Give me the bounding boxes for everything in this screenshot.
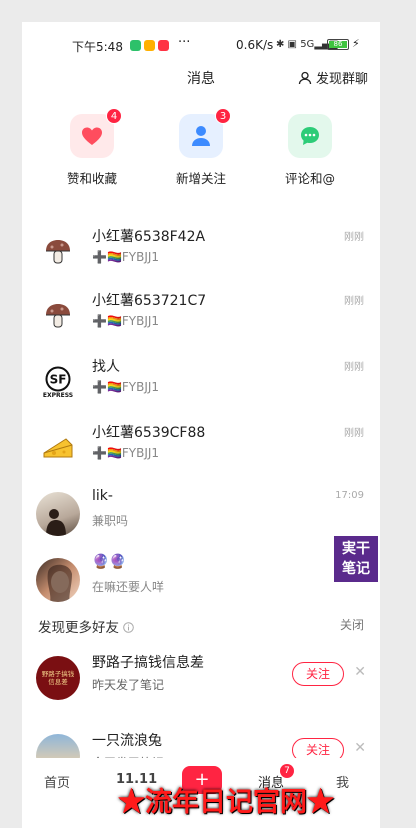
message-name: 小红薯6539CF88 (92, 425, 206, 441)
message-row[interactable]: SF EXPRESS 找人 ➕🏳️‍🌈FYBJJ1 刚刚 (22, 350, 380, 410)
message-row[interactable]: lik- 兼职吗 17:09 (22, 482, 380, 542)
message-time: 17:09 (335, 490, 364, 501)
new-followers-label: 新增关注 (175, 171, 226, 186)
message-row[interactable]: 小红薯653721C7 ➕🏳️‍🌈FYBJJ1 刚刚 (22, 284, 380, 344)
phone-screen: 下午5:48 ··· 0.6K/s ✱ ▣ 5G▂▄▆ 86 ⚡ 消息 发现群聊… (22, 22, 380, 828)
info-icon[interactable] (123, 622, 135, 633)
message-time: 刚刚 (344, 296, 364, 307)
svg-text:SF: SF (50, 372, 67, 386)
suggested-user-name: 一只流浪兔 (92, 733, 162, 749)
likes-badge: 4 (106, 108, 122, 124)
wechat-notification-icon (130, 40, 141, 51)
suggested-user-name: 野路子搞钱信息差 (92, 655, 204, 671)
message-name: 找人 (92, 359, 120, 375)
message-row[interactable]: 小红薯6538F42A ➕🏳️‍🌈FYBJJ1 刚刚 (22, 220, 380, 280)
discover-group-label: 发现群聊 (315, 72, 368, 87)
charging-icon: ⚡ (352, 37, 360, 50)
message-preview: ➕🏳️‍🌈FYBJJ1 (92, 446, 160, 460)
app-notification-icon (144, 40, 155, 51)
comments-icon-tile (288, 114, 332, 158)
message-preview: ➕🏳️‍🌈FYBJJ1 (92, 314, 160, 328)
app-notification-icon (158, 40, 169, 51)
photo-avatar (36, 492, 80, 536)
likes-and-collections-entry[interactable]: 4 赞和收藏 (52, 108, 132, 187)
sf-express-avatar: SF EXPRESS (36, 360, 80, 404)
suggested-user-avatar: 野路子搞钱 信息差 (36, 656, 80, 700)
follow-button[interactable]: 关注 (292, 662, 344, 686)
message-name: 小红薯653721C7 (92, 293, 207, 309)
photo-avatar (36, 558, 80, 602)
watermark-banner: ★流年日记官网★ (118, 787, 334, 818)
message-time: 刚刚 (344, 428, 364, 439)
status-time: 下午5:48 (72, 40, 123, 54)
dismiss-icon[interactable]: ✕ (354, 740, 366, 756)
followers-icon-tile: 3 (179, 108, 231, 158)
followers-badge: 3 (215, 108, 231, 124)
person-outline-icon (298, 71, 312, 84)
message-preview: ➕🏳️‍🌈FYBJJ1 (92, 250, 160, 264)
dismiss-icon[interactable]: ✕ (354, 664, 366, 680)
comments-and-mentions-entry[interactable]: 评论和@ (270, 114, 350, 187)
new-followers-entry[interactable]: 3 新增关注 (161, 108, 241, 187)
chat-icon (301, 127, 319, 145)
discover-group-button[interactable]: 发现群聊 (298, 68, 368, 87)
likes-label: 赞和收藏 (66, 171, 117, 186)
suggested-user-subtitle: 昨天发了笔记 (92, 678, 165, 692)
status-bar: 下午5:48 ··· 0.6K/s ✱ ▣ 5G▂▄▆ 86 ⚡ (22, 35, 380, 56)
message-time: 刚刚 (344, 362, 364, 373)
watermark-logo: 実干 笔记 (334, 536, 378, 582)
message-name: 小红薯6538F42A (92, 229, 206, 245)
more-notifications-icon: ··· (178, 35, 191, 50)
mushroom-avatar (36, 294, 80, 338)
cheese-avatar (36, 426, 80, 470)
message-row[interactable]: 🔮🔮 在嘛还要人咩 (22, 548, 380, 608)
message-row[interactable]: 小红薯6539CF88 ➕🏳️‍🌈FYBJJ1 刚刚 (22, 416, 380, 476)
messages-tab-badge: 7 (280, 764, 294, 778)
message-preview: 在嘛还要人咩 (92, 580, 165, 594)
message-preview: ➕🏳️‍🌈FYBJJ1 (92, 380, 160, 394)
discover-section-title: 发现更多好友 (38, 616, 135, 636)
message-time: 刚刚 (344, 232, 364, 243)
person-icon (192, 126, 210, 146)
close-discover-button[interactable]: 关闭 (340, 616, 364, 633)
tab-home[interactable]: 首页 (44, 772, 70, 791)
message-name: lik- (92, 488, 113, 504)
heart-icon (82, 127, 102, 145)
network-speed: 0.6K/s (236, 38, 274, 52)
likes-icon-tile: 4 (70, 108, 122, 158)
message-preview: 兼职吗 (92, 514, 129, 528)
battery-icon: 86 (327, 39, 349, 50)
mushroom-avatar (36, 230, 80, 274)
comments-label: 评论和@ (284, 171, 335, 186)
message-name: 🔮🔮 (92, 554, 127, 570)
